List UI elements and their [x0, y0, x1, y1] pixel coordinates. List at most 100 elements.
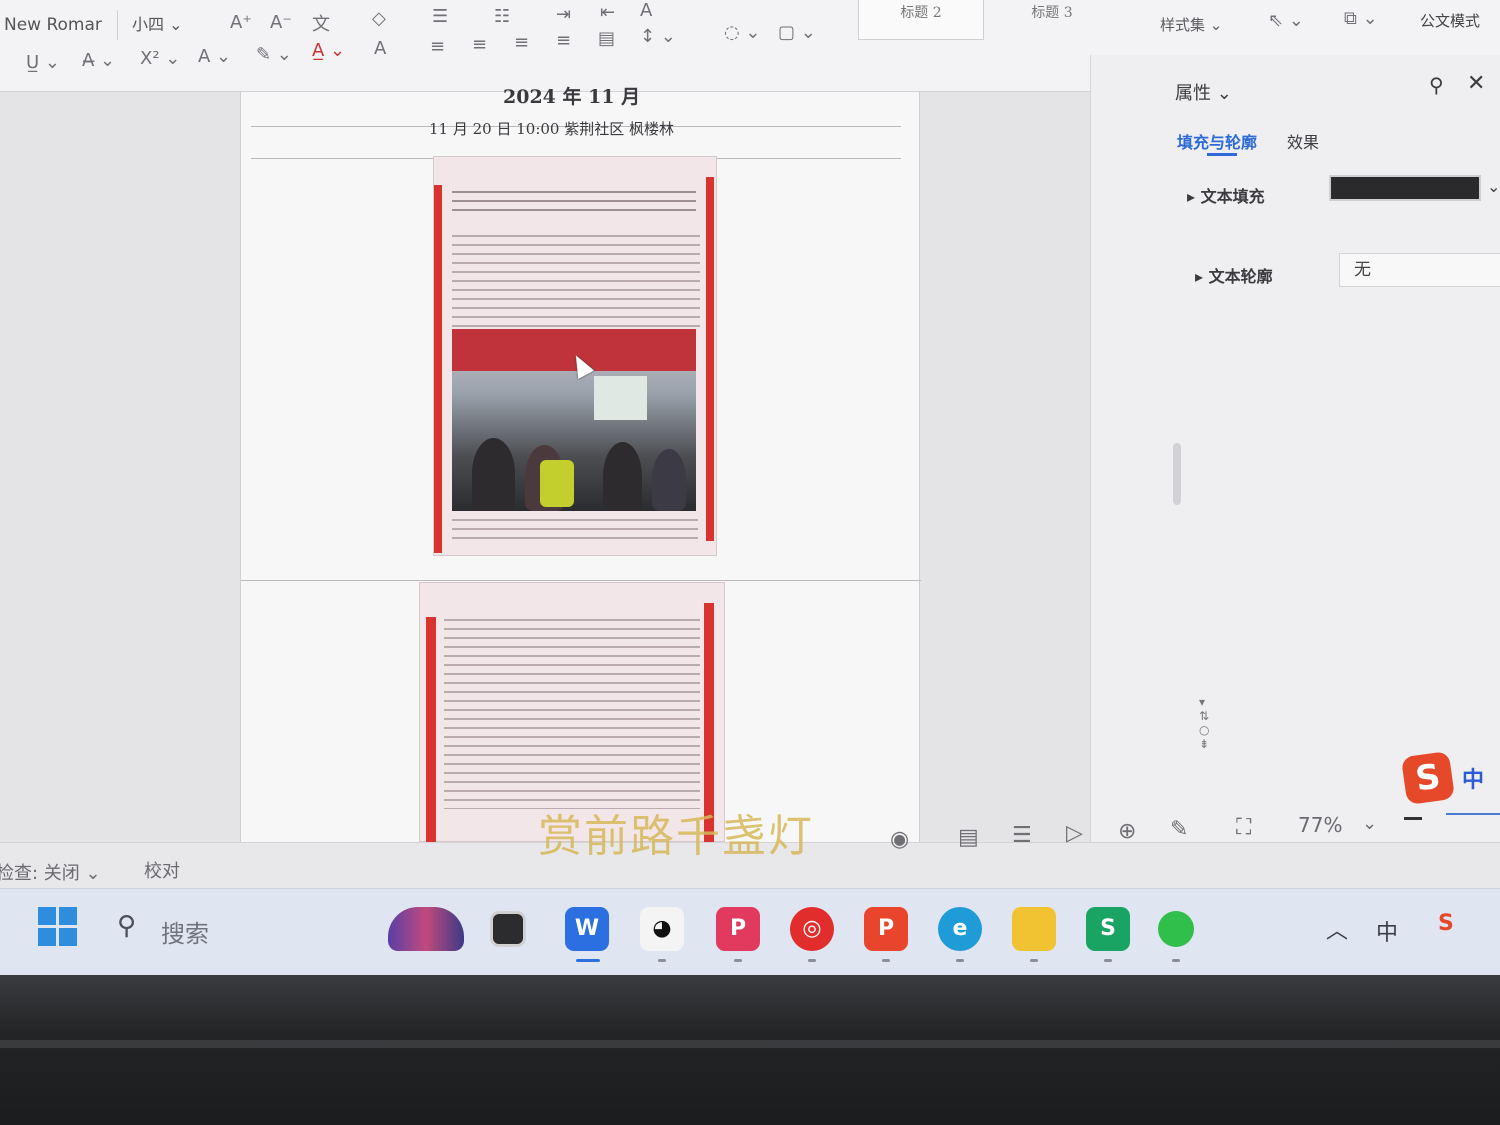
text-outline-value: 无 [1354, 260, 1371, 280]
article-paragraph [444, 619, 700, 809]
running-indicator [1030, 959, 1038, 962]
netease-music-icon[interactable]: ◎ [790, 907, 834, 951]
doc-mode-button[interactable]: 公文模式 [1420, 10, 1480, 31]
active-app-indicator [576, 959, 600, 962]
running-indicator [808, 959, 816, 962]
panel-title[interactable]: 属性 ⌄ [1175, 79, 1232, 105]
panel-title-label: 属性 [1175, 83, 1211, 104]
bullets-icon[interactable]: ☰ [432, 6, 448, 27]
clear-format-icon[interactable]: ◇ [372, 8, 386, 29]
text-effect-icon[interactable]: A ⌄ [198, 46, 231, 67]
zoom-slider[interactable] [1446, 813, 1500, 815]
table-rule [241, 580, 921, 581]
select-pointer-icon[interactable]: ⇖ ⌄ [1268, 10, 1304, 31]
line-spacing-icon[interactable]: ↕ ⌄ [640, 26, 676, 47]
arrange-icon[interactable]: ⧉ ⌄ [1344, 8, 1378, 29]
align-left-icon[interactable]: ≡ [430, 36, 445, 57]
taskbar-search[interactable]: ⚲ 搜索 [105, 905, 395, 951]
pen-icon[interactable]: ✎ [1170, 817, 1188, 842]
pin-icon[interactable]: ⚲ [1429, 73, 1444, 97]
char-border-icon[interactable]: A [374, 38, 386, 59]
text-outline-select[interactable]: 无 [1339, 253, 1500, 287]
distributed-icon[interactable]: ▤ [598, 28, 615, 49]
tray-ime-indicator[interactable]: 中 [1376, 915, 1398, 947]
spellcheck-toggle[interactable]: 检查: 关闭 ⌄ [0, 859, 101, 885]
ime-status-badge[interactable]: S 中 [1400, 750, 1500, 806]
shrink-font-icon[interactable]: A⁻ [270, 12, 292, 33]
zoom-level[interactable]: 77% [1298, 813, 1342, 837]
article-title-block [452, 191, 696, 213]
outline-view-icon[interactable]: ☰ [1012, 823, 1032, 848]
proofread-button[interactable]: 校对 [144, 857, 180, 883]
qq-icon[interactable]: ◕ [640, 907, 684, 951]
justify-icon[interactable]: ≡ [556, 30, 571, 51]
eye-icon[interactable]: ◉ [890, 827, 909, 852]
wps-spreadsheet-icon[interactable]: S [1086, 907, 1130, 951]
tab-effects[interactable]: 效果 [1287, 129, 1319, 153]
pdf-tool-icon[interactable]: P [716, 907, 760, 951]
close-icon[interactable]: ✕ [1467, 71, 1485, 96]
tray-sogou-icon[interactable]: S [1438, 911, 1454, 936]
highlight-icon[interactable]: ✎ ⌄ [256, 44, 292, 65]
align-center-icon[interactable]: ≡ [472, 34, 487, 55]
text-fill-swatch[interactable] [1329, 175, 1481, 201]
red-border-left [426, 617, 436, 843]
fit-page-icon[interactable]: ⛶ [1236, 815, 1251, 840]
monitor-bezel-edge [0, 1040, 1500, 1048]
indent-icon[interactable]: ⇥ [556, 4, 571, 25]
wps-presentation-icon[interactable]: P [864, 907, 908, 951]
style-heading-3-label: 标题 3 [1031, 5, 1073, 21]
monitor-bezel [0, 975, 1500, 1125]
page-view-icon[interactable]: ▤ [958, 825, 979, 850]
zoom-out-button[interactable] [1404, 817, 1422, 820]
doc-header-date: 2024 年 11 月 [503, 86, 641, 108]
property-panel: 属性 ⌄ ⚲ ✕ 填充与轮廓 效果 ▸ 文本填充 ⌄ ▸ 文本轮廓 无 ▾ ⇅ ○ ⇟ [1090, 55, 1500, 845]
style-heading-3[interactable]: 标题 3 [992, 0, 1112, 40]
underline-icon[interactable]: U̲ ⌄ [26, 52, 60, 73]
numbering-icon[interactable]: ☷ [494, 6, 510, 27]
file-explorer-icon[interactable] [1012, 907, 1056, 951]
strikethrough-icon[interactable]: A̶ ⌄ [82, 50, 115, 71]
sort-icon[interactable]: A [640, 0, 652, 21]
photo-person [603, 441, 643, 511]
text-outline-row[interactable]: ▸ 文本轮廓 [1195, 263, 1273, 287]
running-indicator [734, 959, 742, 962]
font-name-value: New Romar [4, 15, 102, 35]
photo-projector-screen [593, 376, 648, 420]
style-heading-2[interactable]: 标题 2 [858, 0, 984, 40]
running-indicator [882, 959, 890, 962]
photo-vest [539, 460, 574, 508]
text-outline-label: 文本轮廓 [1208, 267, 1273, 286]
document-page[interactable]: 2024 年 11 月 11 月 20 日 10:00 紫荆社区 枫楼林 [240, 86, 921, 843]
wechat-icon[interactable] [1158, 911, 1194, 947]
superscript-icon[interactable]: X² ⌄ [140, 48, 180, 69]
style-set-button[interactable]: 样式集 ⌄ [1160, 14, 1222, 35]
panel-scrollbar[interactable] [1173, 443, 1181, 505]
windows-start-icon[interactable] [38, 907, 78, 947]
chevron-down-icon[interactable]: ⌄ [1487, 177, 1500, 196]
outdent-icon[interactable]: ⇤ [600, 2, 615, 23]
shading-icon[interactable]: ◌ ⌄ [724, 22, 761, 43]
tray-chevron-up-icon[interactable]: ︿ [1326, 913, 1348, 945]
phonetic-icon[interactable]: 文 [312, 10, 330, 36]
overlay-caption-text: 赏前路千盏灯 [538, 811, 814, 862]
running-indicator [1104, 959, 1112, 962]
play-icon[interactable]: ▷ [1066, 821, 1083, 846]
widgets-icon[interactable] [388, 907, 464, 951]
font-name-select[interactable]: New Romar [0, 10, 118, 40]
wps-writer-icon[interactable]: W [565, 907, 609, 951]
font-size-select[interactable]: 小四 ⌄ [132, 10, 202, 40]
align-right-icon[interactable]: ≡ [514, 32, 529, 53]
edge-ai-icon[interactable]: e [938, 907, 982, 951]
web-view-icon[interactable]: ⊕ [1118, 819, 1136, 844]
grow-font-icon[interactable]: A⁺ [230, 12, 252, 33]
style-set-label: 样式集 [1160, 16, 1206, 34]
document-canvas: 2024 年 11 月 11 月 20 日 10:00 紫荆社区 枫楼林 [0, 86, 1090, 843]
font-color-icon[interactable]: A̲ ⌄ [312, 40, 345, 61]
text-fill-row[interactable]: ▸ 文本填充 [1187, 183, 1265, 207]
zoom-chevron-down-icon[interactable]: ⌄ [1362, 813, 1377, 834]
borders-icon[interactable]: ▢ ⌄ [778, 22, 816, 43]
tab-fill-outline[interactable]: 填充与轮廓 [1177, 129, 1257, 153]
task-view-icon[interactable] [490, 911, 526, 947]
panel-nav-icons[interactable]: ▾ ⇅ ○ ⇟ [1199, 695, 1209, 751]
